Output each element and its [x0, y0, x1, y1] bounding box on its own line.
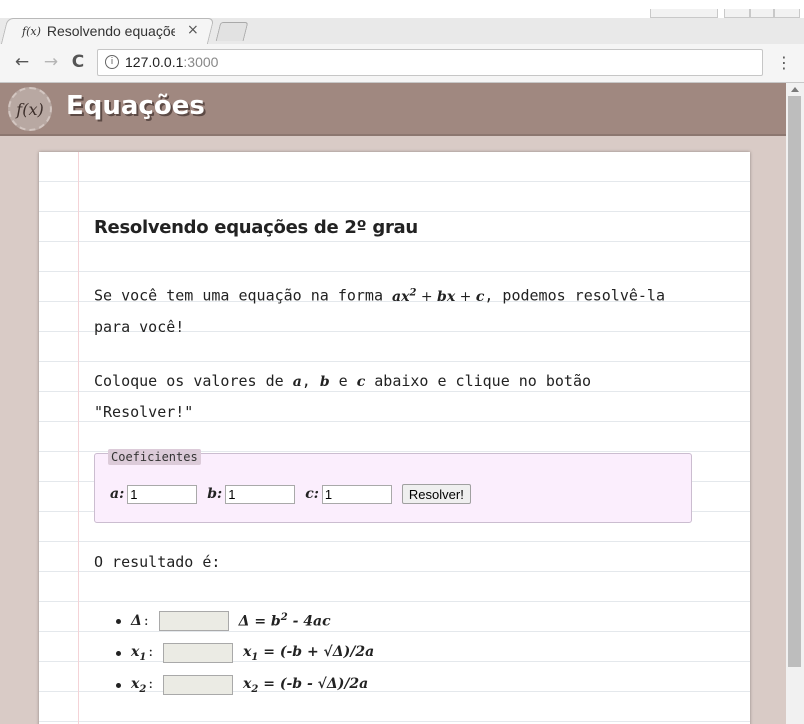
result-label: O resultado é: — [94, 553, 221, 571]
a-input[interactable] — [127, 484, 198, 504]
x1-formula-rest: = (-b + √Δ)/2a — [258, 643, 375, 660]
notebook-paper: Resolvendo equações de 2º grau Se você t… — [39, 152, 750, 724]
x1-label: x1: — [131, 644, 153, 663]
scroll-up-arrow-icon[interactable] — [791, 87, 799, 92]
coefficients-row: a: b: c: Resolver! — [110, 484, 471, 504]
browser-menu-icon[interactable]: ⋮ — [776, 53, 792, 72]
logo: f(x) — [8, 87, 52, 131]
instr-sep: , — [301, 372, 320, 390]
url-host: 127.0.0.1 — [125, 54, 184, 70]
intro-prefix: Se você tem uma equação na forma — [94, 286, 393, 305]
x2-formula-rest: = (-b - √Δ)/2a — [258, 675, 369, 692]
delta-formula-rest: - 4ac — [287, 613, 331, 630]
forward-button[interactable]: → — [41, 52, 61, 72]
x2-colon: : — [148, 675, 154, 692]
tab-close-icon[interactable]: × — [187, 22, 199, 38]
new-tab-button[interactable] — [215, 22, 249, 41]
equation-form: ax2 + bx + c — [392, 287, 484, 305]
x2-output — [163, 675, 234, 695]
tab-favicon-icon: f(x) — [22, 24, 41, 38]
instruction-paragraph: Coloque os valores de a, b e c abaixo e … — [94, 366, 694, 427]
delta-colon: : — [143, 613, 149, 629]
bullet-icon — [116, 650, 121, 656]
coefficients-fieldset: Coeficientes a: b: c: Resolver! — [94, 449, 692, 523]
browser-toolbar: ← → C i 127.0.0.1:3000 ⋮ — [0, 44, 804, 83]
c-input[interactable] — [321, 484, 392, 504]
fx-icon: f(x) — [16, 100, 44, 119]
window-top — [0, 0, 804, 18]
page-viewport: f(x) Equações Resolvendo equações de 2º … — [0, 83, 786, 724]
instr-c: c — [356, 374, 366, 390]
a-label: a: — [110, 486, 125, 502]
eq-ax: ax — [392, 288, 410, 305]
instr-and: e — [329, 372, 357, 390]
x2-formula: x2 = (-b - √Δ)/2a — [243, 676, 368, 695]
x2-label: x2: — [131, 676, 153, 695]
eq-bx: bx — [437, 288, 456, 305]
app-header: f(x) Equações — [0, 83, 786, 136]
back-button[interactable]: ← — [12, 52, 32, 72]
delta-output — [158, 611, 229, 631]
scrollbar-thumb[interactable] — [788, 96, 801, 667]
delta-formula-exp: 2 — [280, 612, 288, 624]
instr-b: b — [319, 374, 330, 390]
tab-content[interactable]: f(x) Resolvendo equações de 2º grau — [22, 21, 175, 41]
b-input[interactable] — [225, 484, 296, 504]
bullet-icon — [116, 682, 121, 688]
b-label: b: — [207, 486, 223, 502]
window-control[interactable] — [724, 9, 750, 18]
paper-margin-line — [78, 152, 79, 724]
instr-a: a — [292, 374, 302, 390]
info-icon[interactable]: i — [105, 55, 119, 69]
x1-formula: x1 = (-b + √Δ)/2a — [243, 644, 374, 663]
delta-symbol: Δ — [131, 613, 142, 629]
results-list: Δ: Δ = b2 - 4ac x1: x1 = (-b + √Δ)/2a x2… — [94, 605, 374, 701]
x1-colon: : — [148, 643, 154, 660]
eq-plus-2: + — [455, 288, 476, 305]
tab-title[interactable]: Resolvendo equações de 2º grau — [47, 23, 175, 39]
url-port: :3000 — [183, 54, 219, 70]
app-title: Equações — [66, 91, 205, 121]
window-control[interactable] — [750, 9, 774, 18]
instr-prefix: Coloque os valores de — [94, 372, 293, 390]
address-bar[interactable]: i 127.0.0.1:3000 — [97, 49, 763, 76]
resolve-button[interactable]: Resolver! — [401, 484, 471, 504]
vertical-scrollbar[interactable] — [786, 83, 804, 724]
result-delta: Δ: Δ = b2 - 4ac — [94, 605, 374, 637]
x1-output — [163, 643, 234, 663]
delta-label: Δ: — [131, 613, 149, 629]
delta-formula: Δ = b2 - 4ac — [239, 612, 331, 630]
url-text[interactable]: 127.0.0.1:3000 — [125, 54, 218, 70]
page-title: Resolvendo equações de 2º grau — [94, 217, 418, 238]
c-label: c: — [305, 486, 319, 502]
x2-sub: 2 — [139, 683, 147, 695]
window-control[interactable] — [650, 9, 718, 18]
x1-sub: 1 — [139, 651, 147, 663]
bullet-icon — [116, 618, 121, 624]
reload-button[interactable]: C — [68, 52, 88, 72]
window-control[interactable] — [774, 9, 800, 18]
intro-paragraph: Se você tem uma equação na forma ax2 + b… — [94, 278, 694, 342]
delta-formula-main: Δ = b — [238, 613, 281, 630]
coefficients-legend: Coeficientes — [108, 449, 201, 465]
result-x2: x2: x2 = (-b - √Δ)/2a — [94, 669, 374, 701]
tab-bar: f(x) Resolvendo equações de 2º grau × — [0, 18, 804, 45]
result-x1: x1: x1 = (-b + √Δ)/2a — [94, 637, 374, 669]
eq-plus-1: + — [416, 288, 438, 305]
